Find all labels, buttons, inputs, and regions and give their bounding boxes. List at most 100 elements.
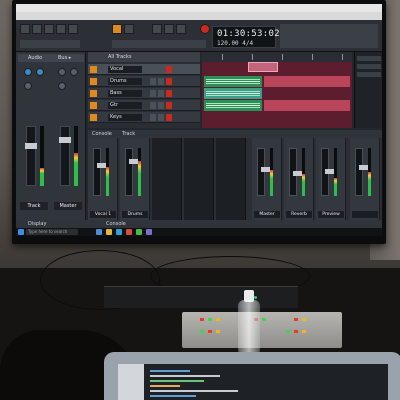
- audio-clip[interactable]: [264, 76, 350, 87]
- arm-button[interactable]: [166, 90, 172, 97]
- inspector-fader[interactable]: [25, 126, 37, 186]
- meter-level: [302, 174, 305, 196]
- track-name[interactable]: Gtr: [108, 102, 142, 109]
- audio-clip[interactable]: [204, 100, 262, 111]
- clip-view[interactable]: [202, 52, 352, 128]
- tool-button[interactable]: [68, 24, 78, 34]
- start-icon[interactable]: [18, 229, 24, 235]
- arm-button[interactable]: [166, 66, 172, 73]
- laptop: [104, 352, 400, 400]
- solo-button[interactable]: [158, 66, 164, 73]
- console-tab[interactable]: Track: [122, 130, 135, 138]
- browser-item[interactable]: [357, 56, 381, 61]
- mute-button[interactable]: [150, 66, 156, 73]
- solo-button[interactable]: [158, 114, 164, 121]
- channel-strip[interactable]: Drums: [120, 138, 150, 220]
- stop-button[interactable]: [164, 24, 174, 34]
- status-bar: Display Console: [16, 220, 382, 228]
- mute-button[interactable]: [150, 90, 156, 97]
- mute-button[interactable]: [150, 102, 156, 109]
- track-name[interactable]: Keys: [108, 114, 142, 121]
- mute-button[interactable]: [150, 78, 156, 85]
- tool-button[interactable]: [124, 24, 134, 34]
- channel-fader[interactable]: [289, 148, 305, 196]
- channel-fader[interactable]: [321, 148, 337, 196]
- app-icon[interactable]: [136, 229, 142, 235]
- channel-fader[interactable]: [93, 148, 109, 196]
- audio-clip[interactable]: [264, 100, 350, 111]
- record-button[interactable]: [200, 24, 210, 34]
- selected-clip[interactable]: [248, 62, 278, 72]
- channel-fader[interactable]: [125, 148, 141, 196]
- channel-strip[interactable]: Reverb: [284, 138, 314, 220]
- channel-label[interactable]: Preview: [318, 211, 344, 218]
- console-tab[interactable]: Console: [92, 130, 112, 138]
- led: [216, 318, 220, 321]
- track-name[interactable]: Bass: [108, 90, 142, 97]
- daw-screen: 01:30:53:02 120.00 4/4 Audio Bus ▸ Track…: [16, 4, 382, 236]
- meter-level: [138, 161, 141, 196]
- play-button[interactable]: [176, 24, 186, 34]
- arm-button[interactable]: [166, 114, 172, 121]
- bus-fader[interactable]: [59, 126, 71, 186]
- fader-cap[interactable]: [25, 143, 37, 149]
- channel-fader[interactable]: [355, 148, 371, 196]
- audio-clip[interactable]: [204, 88, 262, 99]
- folder-icon[interactable]: [106, 229, 112, 235]
- pan-knob[interactable]: [36, 68, 44, 76]
- track-name[interactable]: Drums: [108, 78, 142, 85]
- channel-strip[interactable]: Master: [252, 138, 282, 220]
- send-knob[interactable]: [70, 68, 78, 76]
- tool-button[interactable]: [32, 24, 42, 34]
- browser-item[interactable]: [357, 72, 381, 77]
- eq-knob[interactable]: [58, 82, 66, 90]
- mute-button[interactable]: [150, 114, 156, 121]
- led: [200, 330, 204, 333]
- channel-strip[interactable]: [350, 138, 380, 220]
- track-header[interactable]: Keys: [88, 112, 200, 123]
- rewind-button[interactable]: [152, 24, 162, 34]
- tool-button[interactable]: [20, 24, 30, 34]
- store-icon[interactable]: [116, 229, 122, 235]
- track-number: [90, 102, 97, 109]
- track-view-tab[interactable]: All Tracks: [88, 52, 200, 62]
- tool-button[interactable]: [44, 24, 54, 34]
- track-header[interactable]: Bass: [88, 88, 200, 99]
- status-center[interactable]: Console: [106, 220, 126, 228]
- channel-strip[interactable]: Vocal 1: [88, 138, 118, 220]
- track-header[interactable]: Gtr: [88, 100, 200, 111]
- channel-label[interactable]: Drums: [122, 211, 148, 218]
- audio-clip[interactable]: [204, 76, 262, 87]
- arm-button[interactable]: [166, 102, 172, 109]
- solo-button[interactable]: [158, 90, 164, 97]
- app-icon[interactable]: [146, 229, 152, 235]
- arm-button[interactable]: [166, 78, 172, 85]
- channel-label[interactable]: [352, 211, 378, 218]
- eq-knob[interactable]: [24, 82, 32, 90]
- track-header[interactable]: Vocal: [88, 64, 200, 75]
- channel-label[interactable]: Reverb: [286, 211, 312, 218]
- solo-button[interactable]: [158, 102, 164, 109]
- solo-button[interactable]: [158, 78, 164, 85]
- edge-icon[interactable]: [96, 229, 102, 235]
- timeline-ruler[interactable]: [202, 52, 352, 62]
- browser-item[interactable]: [357, 64, 381, 69]
- snap-button[interactable]: [112, 24, 122, 34]
- laptop-screen: [118, 364, 388, 400]
- taskbar-search[interactable]: Type here to search: [26, 229, 78, 235]
- channel-label[interactable]: Vocal 1: [90, 211, 116, 218]
- daw-icon[interactable]: [126, 229, 132, 235]
- ruler-mark: [282, 54, 283, 60]
- inspector-tab[interactable]: Bus ▸: [58, 54, 71, 62]
- send-knob[interactable]: [58, 68, 66, 76]
- channel-label[interactable]: Master: [254, 211, 280, 218]
- tool-button[interactable]: [56, 24, 66, 34]
- channel-strip[interactable]: Preview: [316, 138, 346, 220]
- inspector-tab[interactable]: Audio: [28, 54, 42, 62]
- track-header[interactable]: Drums: [88, 76, 200, 87]
- track-name[interactable]: Vocal: [108, 66, 142, 73]
- channel-fader[interactable]: [257, 148, 273, 196]
- status-left[interactable]: Display: [28, 220, 46, 228]
- fader-cap[interactable]: [59, 137, 71, 143]
- gain-knob[interactable]: [24, 68, 32, 76]
